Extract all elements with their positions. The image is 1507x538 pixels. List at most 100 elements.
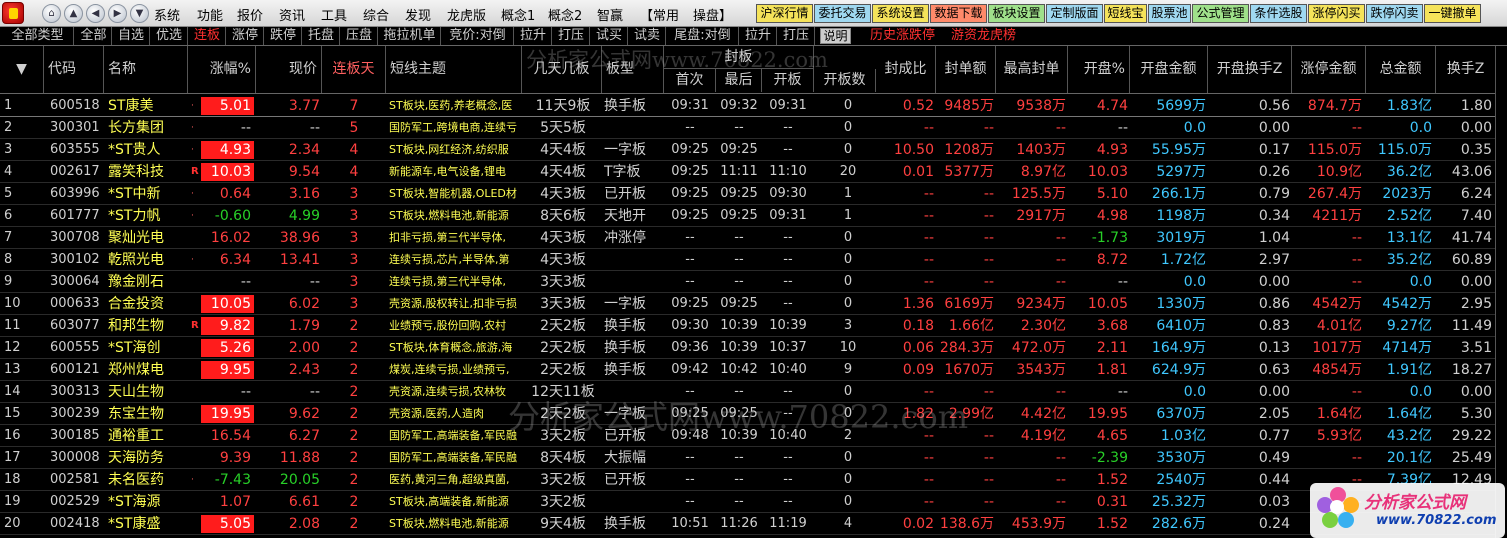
menu-tools[interactable]: 工具 — [321, 5, 347, 24]
home-icon[interactable]: ⌂ — [42, 4, 61, 23]
back-icon[interactable]: ◀ — [86, 4, 105, 23]
total-amount: 1.83亿 — [1386, 98, 1432, 114]
tab-press[interactable]: 压盘 — [341, 27, 378, 45]
table-row[interactable]: 5 603996 *ST中新 · 0.64 3.16 3 ST板块,智能机器,OLED材 4天3… — [0, 183, 1507, 205]
tab-suppress[interactable]: 打压 — [553, 27, 590, 45]
menu-trading[interactable]: 操盘】 — [693, 5, 732, 24]
menu-discover[interactable]: 发现 — [405, 5, 431, 24]
tab-close-wash[interactable]: 尾盘:对倒 — [667, 27, 739, 45]
open-pct: -2.39 — [1091, 450, 1128, 466]
menu-concept-2[interactable]: 概念2 — [548, 5, 582, 24]
open-board-time: 10:40 — [769, 428, 807, 443]
tab-tractor-order[interactable]: 拖拉机单 — [379, 27, 441, 45]
category-select[interactable]: 全部类型 — [2, 27, 74, 45]
tab-test-sell[interactable]: 试卖 — [629, 27, 666, 45]
btn-formula-manage[interactable]: 公式管理 — [1192, 4, 1249, 23]
col-seal-ratio[interactable]: 封成比 — [876, 46, 936, 93]
col-open-turnover[interactable]: 开盘换手Z — [1208, 46, 1292, 93]
table-row[interactable]: 4 002617 露笑科技 R 10.03 9.54 4 新能源车,电气设备,锂电 4天4板 T字… — [0, 161, 1507, 183]
col-turnover[interactable]: 换手Z — [1436, 46, 1495, 93]
btn-order-trade[interactable]: 委托交易 — [814, 4, 871, 23]
table-row[interactable]: 17 300008 天海防务 9.39 11.88 2 国防军工,高端装备,军民融 8天4板 大… — [0, 447, 1507, 469]
col-days-boards[interactable]: 几天几板 — [522, 46, 602, 93]
table-row[interactable]: 7 300708 聚灿光电 16.02 38.96 3 扣非亏损,第三代半导体, 4天3板 冲涨… — [0, 227, 1507, 249]
btn-short-line[interactable]: 短线宝 — [1104, 4, 1147, 23]
col-topic[interactable]: 短线主题 — [386, 46, 522, 93]
col-limit-amount[interactable]: 涨停金额 — [1292, 46, 1366, 93]
col-open-board[interactable]: 开板 — [762, 69, 814, 92]
btn-custom-layout[interactable]: 定制版面 — [1046, 4, 1103, 23]
menu-concept-1[interactable]: 概念1 — [501, 5, 535, 24]
btn-stock-pool[interactable]: 股票池 — [1148, 4, 1191, 23]
menu-composite[interactable]: 综合 — [363, 5, 389, 24]
sort-menu-icon[interactable]: ▼ — [0, 46, 44, 93]
btn-cancel-all[interactable]: 一键撤单 — [1424, 4, 1481, 23]
menu-zhiying[interactable]: 智赢 — [597, 5, 623, 24]
table-row[interactable]: 8 300102 乾照光电 · 6.34 13.41 3 连续亏损,芯片,半导体,第 4天3板 -… — [0, 249, 1507, 271]
menu-common[interactable]: 【常用 — [640, 5, 679, 24]
tab-test-buy[interactable]: 试买 — [591, 27, 628, 45]
board-type — [604, 117, 664, 139]
col-first-seal[interactable]: 首次 — [664, 69, 716, 92]
history-limit-link[interactable]: 历史涨跌停 — [865, 27, 940, 45]
col-last-seal[interactable]: 最后 — [716, 69, 762, 92]
down-arrow-icon[interactable]: ▼ — [130, 4, 149, 23]
tab-close-suppress[interactable]: 打压 — [778, 27, 815, 45]
col-max-seal[interactable]: 最高封单 — [996, 46, 1068, 93]
col-code[interactable]: 代码 — [44, 46, 104, 93]
table-row[interactable]: 6 601777 *ST力帆 · -0.60 4.99 3 ST板块,燃料电池,新能源 8天6板… — [0, 205, 1507, 227]
table-row[interactable]: 1 600518 ST康美 · 5.01 3.77 7 ST板块,医药,养老概念,医 11天9板… — [0, 95, 1507, 117]
table-row[interactable]: 9 300064 豫金刚石 -- -- 3 连续亏损,第三代半导体, 3天3板 -- -- -- 0 -… — [0, 271, 1507, 293]
hot-money-list-link[interactable]: 游资龙虎榜 — [946, 27, 1021, 45]
col-open-amount[interactable]: 开盘金额 — [1130, 46, 1208, 93]
up-arrow-icon[interactable]: ▲ — [64, 4, 83, 23]
tab-pull-up[interactable]: 拉升 — [515, 27, 552, 45]
col-name[interactable]: 名称 — [104, 46, 188, 93]
table-row[interactable]: 18 002581 未名医药 · -7.43 20.05 2 医药,黄河三角,超级真菌, 3天2… — [0, 469, 1507, 491]
col-board-type[interactable]: 板型 — [602, 46, 664, 93]
menu-system[interactable]: 系统 — [154, 5, 180, 24]
col-open-count[interactable]: 开板数 — [814, 69, 876, 92]
table-row[interactable]: 15 300239 东宝生物 19.95 9.62 2 壳资源,医药,人造肉 2天2板 一字板 0… — [0, 403, 1507, 425]
limit-amount: -- — [1351, 120, 1362, 136]
btn-data-download[interactable]: 数据下载 — [930, 4, 987, 23]
menu-dragon-tiger[interactable]: 龙虎版 — [447, 5, 486, 24]
table-row[interactable]: 16 300185 通裕重工 16.54 6.27 2 国防军工,高端装备,军民融 3天2板 已… — [0, 425, 1507, 447]
table-row[interactable]: 11 603077 和邦生物 R 9.82 1.79 2 业绩预亏,股份回购,农村 2天2板 换手… — [0, 315, 1507, 337]
tab-limit-up[interactable]: 涨停 — [227, 27, 264, 45]
tab-auction-wash[interactable]: 竞价:对倒 — [442, 27, 514, 45]
right-scroll-strip[interactable] — [1495, 46, 1507, 538]
tab-watchlist[interactable]: 自选 — [113, 27, 150, 45]
tab-preferred[interactable]: 优选 — [151, 27, 188, 45]
forward-icon[interactable]: ▶ — [108, 4, 127, 23]
menu-function[interactable]: 功能 — [197, 5, 223, 24]
table-row[interactable]: 12 600555 *ST海创 5.26 2.00 2 ST板块,体育概念,旅游,海 2天2板… — [0, 337, 1507, 359]
tab-limit-down[interactable]: 跌停 — [265, 27, 302, 45]
help-button[interactable]: 说明 — [820, 28, 851, 44]
btn-condition-select[interactable]: 条件选股 — [1250, 4, 1307, 23]
menu-news[interactable]: 资讯 — [279, 5, 305, 24]
table-row[interactable]: 14 300313 天山生物 -- -- 2 壳资源,连续亏损,农林牧 12天11板 -- -- -… — [0, 381, 1507, 403]
btn-limit-up-buy[interactable]: 涨停闪买 — [1308, 4, 1365, 23]
btn-sector-settings[interactable]: 板块设置 — [988, 4, 1045, 23]
col-price[interactable]: 现价 — [256, 46, 322, 93]
col-consecutive-days[interactable]: 连板天 — [322, 46, 386, 93]
tab-all[interactable]: 全部 — [76, 27, 112, 45]
table-row[interactable]: 2 300301 长方集团 · -- -- 5 国防军工,跨境电商,连续亏 5天5板 -- -- --… — [0, 117, 1507, 139]
tab-close-pull-up[interactable]: 拉升 — [740, 27, 777, 45]
col-seal-amount[interactable]: 封单额 — [936, 46, 996, 93]
table-row[interactable]: 10 000633 合金投资 10.05 6.02 3 壳资源,股权转让,扣非亏损 3天3板 一… — [0, 293, 1507, 315]
col-open-pct[interactable]: 开盘% — [1068, 46, 1130, 93]
btn-system-settings[interactable]: 系统设置 — [872, 4, 929, 23]
tab-support[interactable]: 托盘 — [303, 27, 340, 45]
col-change-pct[interactable]: 涨幅% — [188, 46, 256, 93]
table-row[interactable]: 3 603555 *ST贵人 · 4.93 2.34 4 ST板块,网红经济,纺织服 4天4板 一… — [0, 139, 1507, 161]
table-row[interactable]: 19 002529 *ST海源 1.07 6.61 2 ST板块,高端装备,新能源 3天2板 -… — [0, 491, 1507, 513]
tab-consecutive-limit[interactable]: 连板 — [189, 27, 226, 45]
btn-limit-down-sell[interactable]: 跌停闪卖 — [1366, 4, 1423, 23]
btn-sh-sz-quotes[interactable]: 沪深行情 — [756, 4, 813, 23]
table-row[interactable]: 13 600121 郑州煤电 9.95 2.43 2 煤炭,连续亏损,业绩预亏, 2天2板 换手… — [0, 359, 1507, 381]
menu-quote[interactable]: 报价 — [237, 5, 263, 24]
col-total-amount[interactable]: 总金额 — [1366, 46, 1436, 93]
table-row[interactable]: 20 002418 *ST康盛 5.05 2.08 2 ST板块,燃料电池,新能源 9天4板 换… — [0, 513, 1507, 535]
